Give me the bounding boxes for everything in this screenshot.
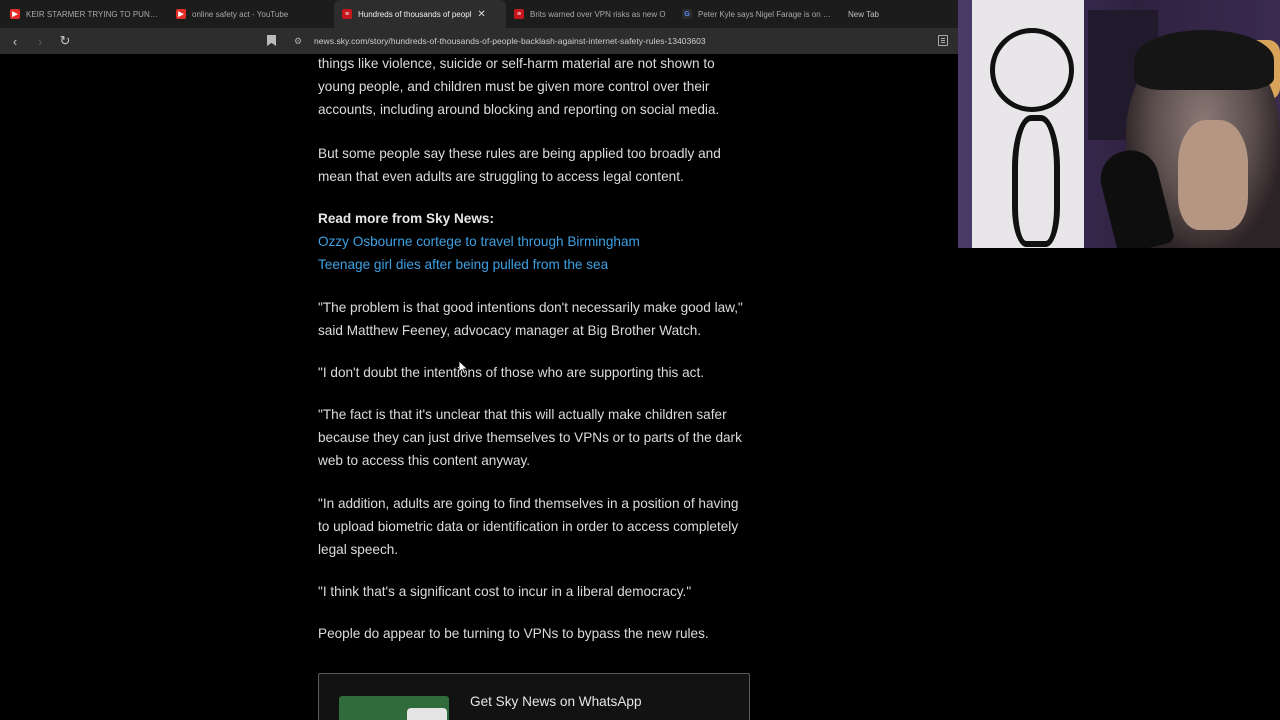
- tab-hundreds-of-thousands[interactable]: ≡ Hundreds of thousands of peopl ✕: [334, 0, 506, 28]
- read-more-heading: Read more from Sky News:: [318, 211, 495, 226]
- related-link-ozzy[interactable]: Ozzy Osbourne cortege to travel through …: [318, 230, 750, 253]
- article-paragraph: People do appear to be turning to VPNs t…: [318, 626, 709, 641]
- read-more-block: Read more from Sky News: Ozzy Osbourne c…: [318, 207, 750, 277]
- address-bar[interactable]: news.sky.com/story/hundreds-of-thousands…: [314, 36, 706, 46]
- tab-online-safety-act[interactable]: ▶ online safety act - YouTube: [168, 0, 334, 28]
- google-icon: G: [682, 9, 692, 19]
- tab-title: Peter Kyle says Nigel Farage is on sid: [698, 9, 832, 19]
- whatsapp-promo-card[interactable]: Get Sky News on WhatsApp: [318, 673, 750, 720]
- close-tab-icon[interactable]: ✕: [477, 9, 485, 20]
- web-page: things like violence, suicide or self-ha…: [0, 54, 960, 720]
- tab-brits-warned[interactable]: ≡ Brits warned over VPN risks as new O: [506, 0, 674, 28]
- reader-mode-icon[interactable]: [938, 35, 948, 46]
- whatsapp-promo-label: Get Sky News on WhatsApp: [470, 694, 642, 709]
- tab-title: Hundreds of thousands of peopl: [358, 9, 472, 19]
- article-paragraph: "The problem is that good intentions don…: [318, 300, 743, 339]
- tab-title: Brits warned over VPN risks as new O: [530, 9, 666, 19]
- article-paragraph: "I don't doubt the intentions of those w…: [318, 365, 705, 380]
- article-paragraph: But some people say these rules are bein…: [318, 146, 721, 185]
- article-paragraph: things like violence, suicide or self-ha…: [318, 56, 720, 118]
- sky-news-icon: ≡: [514, 9, 524, 19]
- site-info-icon[interactable]: ⚙: [294, 36, 302, 47]
- sky-news-icon: ≡: [342, 9, 352, 19]
- tab-peter-kyle[interactable]: G Peter Kyle says Nigel Farage is on sid: [674, 0, 840, 28]
- youtube-icon: ▶: [176, 9, 186, 19]
- phone-image: [407, 708, 447, 720]
- hat: [1134, 30, 1274, 90]
- tab-strip: ▶ KEIR STARMER TRYING TO PUNCH - ▶ onlin…: [0, 0, 960, 28]
- tab-title: New Tab: [848, 9, 879, 19]
- hand: [1178, 120, 1248, 230]
- wall-tapestry: [972, 0, 1084, 248]
- article-paragraph: "I think that's a significant cost to in…: [318, 584, 692, 599]
- article-paragraph: "In addition, adults are going to find t…: [318, 496, 739, 558]
- related-link-teenage-girl[interactable]: Teenage girl dies after being pulled fro…: [318, 253, 750, 276]
- tab-title: online safety act - YouTube: [192, 9, 289, 19]
- youtube-icon: ▶: [10, 9, 20, 19]
- reload-icon[interactable]: ↻: [55, 31, 75, 51]
- forward-icon[interactable]: ›: [30, 31, 50, 51]
- article-paragraph: "The fact is that it's unclear that this…: [318, 407, 742, 469]
- tab-title: KEIR STARMER TRYING TO PUNCH -: [26, 9, 160, 19]
- tab-keir-starmer[interactable]: ▶ KEIR STARMER TRYING TO PUNCH -: [2, 0, 168, 28]
- back-icon[interactable]: ‹: [5, 31, 25, 51]
- tab-new-tab[interactable]: New Tab: [840, 0, 940, 28]
- webcam-overlay: [958, 0, 1280, 248]
